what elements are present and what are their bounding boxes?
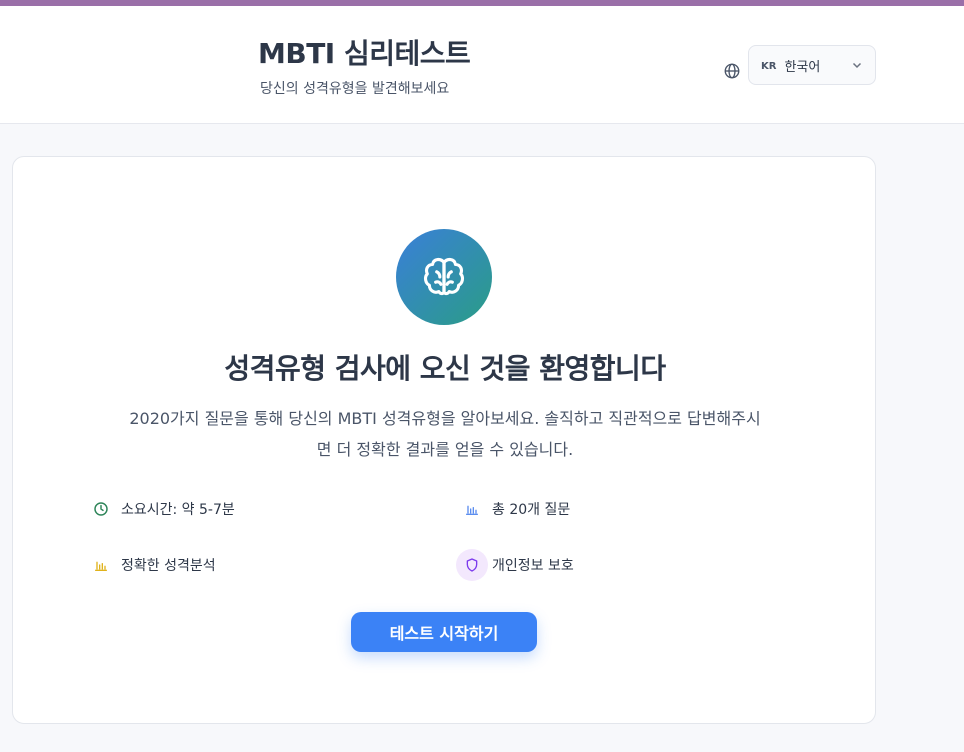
language-select[interactable]: KR 한국어: [748, 45, 876, 85]
bar-chart-icon: [466, 505, 478, 515]
welcome-heading: 성격유형 검사에 오신 것을 환영합니다: [224, 352, 666, 385]
clock-icon: [94, 502, 108, 516]
globe-icon: [724, 63, 740, 79]
feature-label: 정확한 성격분석: [121, 558, 216, 574]
chevron-down-icon: [852, 62, 862, 69]
intro-description: 2020가지 질문을 통해 당신의 MBTI 성격유형을 알아보세요. 솔직하고…: [85, 403, 805, 465]
description-line-1: 2020가지 질문을 통해 당신의 MBTI 성격유형을 알아보세요. 솔직하고…: [129, 409, 761, 428]
description-line-2: 면 더 정확한 결과를 얻을 수 있습니다.: [316, 440, 574, 459]
feature-question-count: 총 20개 질문: [456, 493, 570, 525]
app-header: MBTI 심리테스트 당신의 성격유형을 발견해보세요 KR 한국어: [0, 6, 964, 124]
welcome-card: 성격유형 검사에 오신 것을 환영합니다 2020가지 질문을 통해 당신의 M…: [12, 156, 876, 724]
brain-icon: [423, 257, 465, 296]
feature-privacy: 개인정보 보호: [456, 549, 574, 581]
brain-badge: [396, 229, 492, 325]
feature-label: 소요시간: 약 5-7분: [121, 502, 235, 518]
page-title: MBTI 심리테스트: [258, 37, 471, 70]
feature-accuracy: 정확한 성격분석: [85, 549, 216, 581]
bar-chart-icon: [95, 561, 107, 571]
feature-label: 총 20개 질문: [492, 502, 571, 518]
feature-duration: 소요시간: 약 5-7분: [85, 493, 235, 525]
feature-label: 개인정보 보호: [492, 558, 574, 574]
language-code: KR: [761, 60, 777, 72]
language-label: 한국어: [784, 59, 821, 75]
page-subtitle: 당신의 성격유형을 발견해보세요: [260, 81, 450, 97]
shield-icon: [466, 558, 478, 572]
start-test-button[interactable]: 테스트 시작하기: [351, 612, 537, 652]
